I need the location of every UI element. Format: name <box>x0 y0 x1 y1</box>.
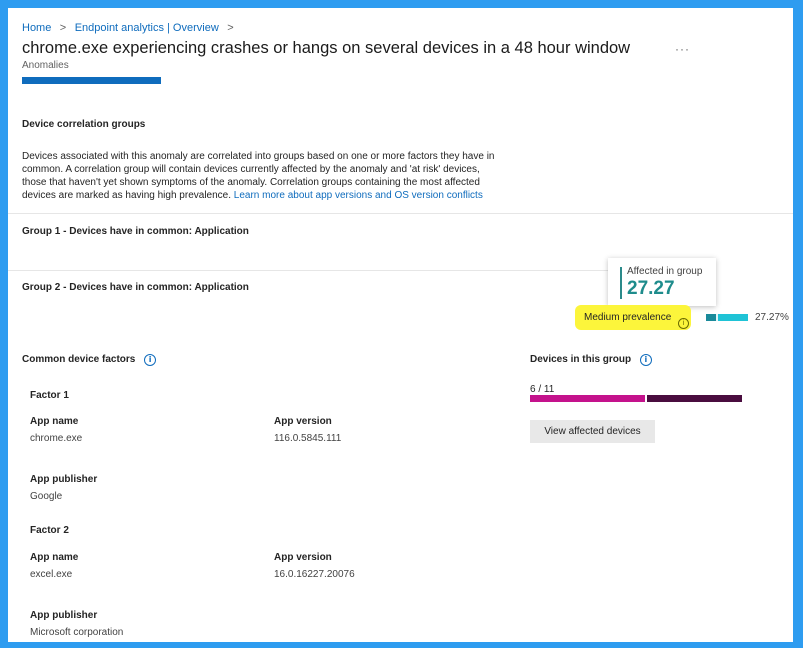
prevalence-bar-fill <box>718 314 748 321</box>
correlation-description: Devices associated with this anomaly are… <box>22 150 497 202</box>
factor-1-app-version-label: App version <box>274 416 332 427</box>
devices-bar <box>530 395 742 402</box>
divider <box>8 270 608 271</box>
devices-count: 6 / 11 <box>530 384 555 395</box>
breadcrumb-home-link[interactable]: Home <box>22 22 51 34</box>
view-affected-devices-button[interactable]: View affected devices <box>530 420 655 443</box>
factor-2-publisher-label: App publisher <box>30 610 98 621</box>
anomaly-details-panel: Home > Endpoint analytics | Overview > c… <box>8 8 793 642</box>
affected-devices-segment <box>530 395 645 402</box>
at-risk-devices-segment <box>647 395 742 402</box>
prevalence-bar-marker <box>706 314 716 321</box>
factor-1-app-name: chrome.exe <box>30 433 83 444</box>
breadcrumb-separator: > <box>227 22 234 34</box>
devices-in-group-heading: Devices in this group i <box>530 354 652 366</box>
more-options-button[interactable]: ··· <box>675 42 690 56</box>
factor-1-app-name-label: App name <box>30 416 79 427</box>
info-icon[interactable]: i <box>639 354 652 366</box>
divider <box>8 213 793 214</box>
breadcrumb: Home > Endpoint analytics | Overview > <box>22 18 234 36</box>
factor-2-app-version: 16.0.16227.20076 <box>274 569 355 580</box>
factor-1-title: Factor 1 <box>30 390 69 401</box>
devices-in-group-label: Devices in this group <box>530 354 632 365</box>
learn-more-link[interactable]: Learn more about app versions and OS ver… <box>234 190 483 201</box>
factor-2-app-version-label: App version <box>274 552 332 563</box>
correlation-groups-heading: Device correlation groups <box>22 119 146 130</box>
breadcrumb-endpoint-analytics-link[interactable]: Endpoint analytics | Overview <box>75 22 219 34</box>
prevalence-info-icon[interactable]: i <box>678 312 689 330</box>
page-title: chrome.exe experiencing crashes or hangs… <box>22 39 631 57</box>
affected-in-group-tooltip: Affected in group 27.27 <box>608 258 716 306</box>
common-device-factors-heading: Common device factors i <box>22 354 157 366</box>
group-2-header[interactable]: Group 2 - Devices have in common: Applic… <box>22 282 249 293</box>
prevalence-percent: 27.27% <box>755 312 789 323</box>
prevalence-label: Medium prevalence <box>584 312 672 323</box>
tooltip-label: Affected in group <box>627 266 703 277</box>
tooltip-value: 27.27 <box>627 278 675 299</box>
factor-2-app-name: excel.exe <box>30 569 73 580</box>
prevalence-bar <box>706 314 748 321</box>
factor-2-title: Factor 2 <box>30 525 69 536</box>
progress-indicator <box>22 77 161 84</box>
factor-1-app-version: 116.0.5845.111 <box>274 433 342 444</box>
tooltip-accent <box>620 267 622 299</box>
common-device-factors-label: Common device factors <box>22 354 136 365</box>
page-subtitle: Anomalies <box>22 60 69 71</box>
factor-1-publisher: Google <box>30 491 63 502</box>
factor-1-publisher-label: App publisher <box>30 474 98 485</box>
breadcrumb-separator: > <box>59 22 67 34</box>
info-icon[interactable]: i <box>144 354 157 366</box>
group-1-header[interactable]: Group 1 - Devices have in common: Applic… <box>22 226 249 237</box>
factor-2-publisher: Microsoft corporation <box>30 627 124 638</box>
factor-2-app-name-label: App name <box>30 552 79 563</box>
